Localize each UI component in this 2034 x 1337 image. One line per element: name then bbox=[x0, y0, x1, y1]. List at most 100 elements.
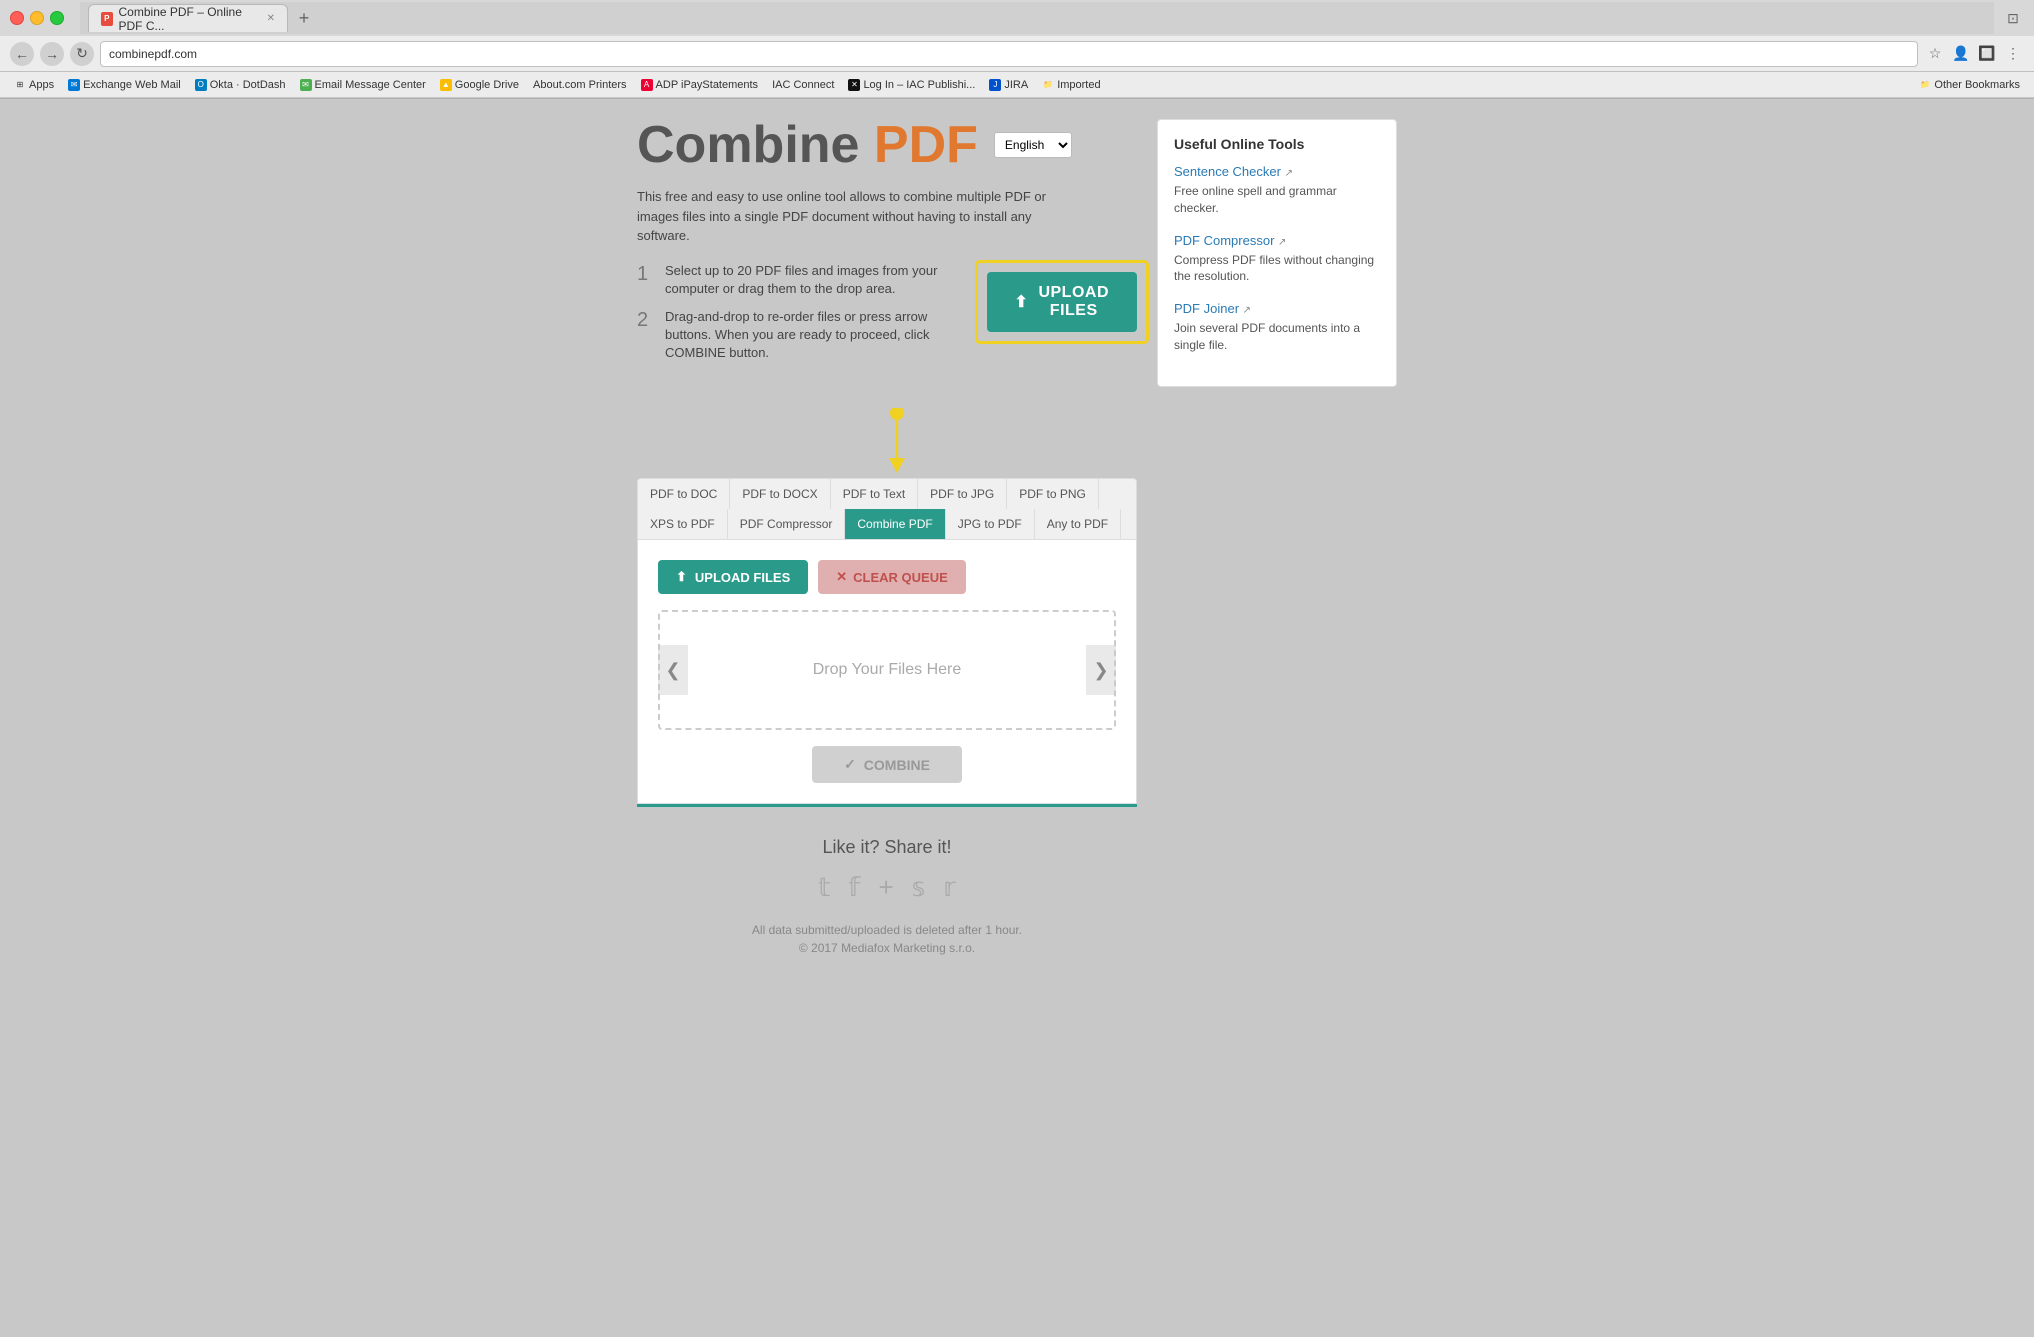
bookmark-printers[interactable]: About.com Printers bbox=[527, 77, 633, 93]
tab-combine-pdf[interactable]: Combine PDF bbox=[845, 509, 945, 539]
bookmark-adp-label: ADP iPayStatements bbox=[656, 79, 759, 91]
extension-icon[interactable]: 🔲 bbox=[1976, 43, 1998, 65]
exchange-icon: ✉ bbox=[68, 79, 80, 91]
content-left: Combine PDF English French Spanish Germa… bbox=[637, 119, 1137, 975]
pdf-joiner-desc: Join several PDF documents into a single… bbox=[1174, 320, 1380, 354]
pdf-compressor-desc: Compress PDF files without changing the … bbox=[1174, 252, 1380, 286]
nav-left-arrow[interactable]: ❮ bbox=[658, 645, 688, 695]
tab-pdf-to-doc[interactable]: PDF to DOC bbox=[638, 479, 730, 509]
tab-jpg-to-pdf[interactable]: JPG to PDF bbox=[946, 509, 1035, 539]
sentence-checker-link[interactable]: Sentence Checker ↗ bbox=[1174, 164, 1293, 179]
tab-bar: P Combine PDF – Online PDF C... ✕ + bbox=[80, 2, 1994, 34]
upload-btn-label: UPLOAD FILES bbox=[1038, 284, 1109, 320]
instructions-section: 1 Select up to 20 PDF files and images f… bbox=[637, 262, 1137, 389]
tab-pdf-to-docx[interactable]: PDF to DOCX bbox=[730, 479, 830, 509]
combine-button[interactable]: ✓ COMBINE bbox=[812, 746, 962, 783]
share-stumbleupon-icon[interactable]: 𝕤 bbox=[912, 872, 926, 903]
traffic-lights bbox=[10, 11, 64, 25]
nav-right-arrow[interactable]: ❯ bbox=[1086, 645, 1116, 695]
pdf-joiner-link[interactable]: PDF Joiner ↗ bbox=[1174, 301, 1251, 316]
bookmarks-bar: ⊞ Apps ✉ Exchange Web Mail O Okta · DotD… bbox=[0, 72, 2034, 98]
bookmark-apps[interactable]: ⊞ Apps bbox=[8, 77, 60, 93]
upload-area: ⬆ UPLOAD FILES ✕ CLEAR QUEUE ❮ Drop Your… bbox=[637, 540, 1137, 804]
bookmark-jira[interactable]: J JIRA bbox=[983, 77, 1034, 93]
minimize-button[interactable] bbox=[30, 11, 44, 25]
logo-pdf: PDF bbox=[874, 116, 978, 174]
bookmark-iac-connect[interactable]: IAC Connect bbox=[766, 77, 840, 93]
share-googleplus-icon[interactable]: + bbox=[878, 872, 893, 903]
menu-icon[interactable]: ⋮ bbox=[2002, 43, 2024, 65]
window-icon: ⊡ bbox=[2002, 7, 2024, 29]
external-link-icon-2: ↗ bbox=[1278, 237, 1286, 248]
share-reddit-icon[interactable]: 𝕣 bbox=[943, 872, 956, 903]
bookmark-adp[interactable]: A ADP iPayStatements bbox=[635, 77, 765, 93]
profile-icon[interactable]: 👤 bbox=[1950, 43, 1972, 65]
apps-icon: ⊞ bbox=[14, 79, 26, 91]
instruction-num-2: 2 bbox=[637, 308, 655, 332]
bookmark-other-label: Other Bookmarks bbox=[1934, 79, 2020, 91]
arrow-svg bbox=[867, 408, 927, 478]
bookmark-iac-login-label: Log In – IAC Publishi... bbox=[863, 79, 975, 91]
maximize-button[interactable] bbox=[50, 11, 64, 25]
tab-any-to-pdf[interactable]: Any to PDF bbox=[1035, 509, 1121, 539]
tab-pdf-to-png[interactable]: PDF to PNG bbox=[1007, 479, 1099, 509]
jira-icon: J bbox=[989, 79, 1001, 91]
new-tab-button[interactable]: + bbox=[292, 6, 316, 30]
close-button[interactable] bbox=[10, 11, 24, 25]
bookmark-iac-login[interactable]: ✕ Log In – IAC Publishi... bbox=[842, 77, 981, 93]
share-twitter-icon[interactable]: 𝕥 bbox=[818, 872, 830, 903]
page-description: This free and easy to use online tool al… bbox=[637, 187, 1077, 246]
reload-button[interactable]: ↻ bbox=[70, 42, 94, 66]
bookmark-exchange[interactable]: ✉ Exchange Web Mail bbox=[62, 77, 187, 93]
forward-button[interactable]: → bbox=[40, 42, 64, 66]
logo-combine: Combine bbox=[637, 116, 859, 174]
tab-pdf-to-jpg[interactable]: PDF to JPG bbox=[918, 479, 1007, 509]
other-bookmarks-icon: 📁 bbox=[1919, 79, 1931, 91]
pdf-compressor-link[interactable]: PDF Compressor ↗ bbox=[1174, 233, 1286, 248]
tab-pdf-to-text[interactable]: PDF to Text bbox=[831, 479, 918, 509]
page-logo: Combine PDF bbox=[637, 119, 978, 171]
drop-zone[interactable]: Drop Your Files Here bbox=[658, 610, 1116, 730]
instruction-2: 2 Drag-and-drop to re-order files or pre… bbox=[637, 308, 957, 363]
combine-btn-wrapper: ✓ COMBINE bbox=[658, 746, 1116, 783]
upload-files-button-main[interactable]: ⬆ UPLOAD FILES bbox=[987, 272, 1137, 332]
printers-label: About.com Printers bbox=[533, 79, 627, 91]
active-tab[interactable]: P Combine PDF – Online PDF C... ✕ bbox=[88, 4, 288, 32]
clear-queue-label: CLEAR QUEUE bbox=[853, 570, 948, 585]
bookmark-gdrive[interactable]: ▲ Google Drive bbox=[434, 77, 525, 93]
bookmark-gdrive-label: Google Drive bbox=[455, 79, 519, 91]
drop-zone-wrapper: ❮ Drop Your Files Here ❯ bbox=[658, 610, 1116, 730]
instruction-text-2: Drag-and-drop to re-order files or press… bbox=[665, 308, 957, 363]
bookmark-okta[interactable]: O Okta · DotDash bbox=[189, 77, 292, 93]
bookmark-exchange-label: Exchange Web Mail bbox=[83, 79, 181, 91]
upload-files-icon: ⬆ bbox=[676, 569, 687, 585]
share-title: Like it? Share it! bbox=[637, 837, 1137, 858]
address-bar[interactable]: combinepdf.com bbox=[100, 41, 1918, 67]
back-button[interactable]: ← bbox=[10, 42, 34, 66]
content-row: Combine PDF English French Spanish Germa… bbox=[637, 119, 1397, 975]
bookmark-imported[interactable]: 📁 Imported bbox=[1036, 77, 1106, 93]
iac-connect-label: IAC Connect bbox=[772, 79, 834, 91]
tool-tabs: PDF to DOC PDF to DOCX PDF to Text PDF t… bbox=[637, 478, 1137, 540]
bookmark-email[interactable]: ✉ Email Message Center bbox=[294, 77, 432, 93]
footer-copyright: © 2017 Mediafox Marketing s.r.o. bbox=[637, 941, 1137, 955]
share-facebook-icon[interactable]: 𝕗 bbox=[848, 872, 860, 903]
star-icon[interactable]: ☆ bbox=[1924, 43, 1946, 65]
tab-pdf-compressor[interactable]: PDF Compressor bbox=[728, 509, 846, 539]
adp-icon: A bbox=[641, 79, 653, 91]
language-select[interactable]: English French Spanish German bbox=[994, 132, 1072, 158]
combine-label: COMBINE bbox=[864, 757, 930, 773]
clear-queue-button[interactable]: ✕ CLEAR QUEUE bbox=[818, 560, 966, 594]
instruction-text-1: Select up to 20 PDF files and images fro… bbox=[665, 262, 957, 298]
upload-files-label: UPLOAD FILES bbox=[695, 570, 790, 585]
url-text: combinepdf.com bbox=[109, 47, 197, 61]
tab-xps-to-pdf[interactable]: XPS to PDF bbox=[638, 509, 728, 539]
bookmark-other[interactable]: 📁 Other Bookmarks bbox=[1913, 77, 2026, 93]
title-bar: P Combine PDF – Online PDF C... ✕ + ⊡ bbox=[0, 0, 2034, 36]
sidebar-title: Useful Online Tools bbox=[1174, 136, 1380, 152]
tab-close-icon[interactable]: ✕ bbox=[267, 13, 275, 24]
upload-files-button[interactable]: ⬆ UPLOAD FILES bbox=[658, 560, 808, 594]
share-icons: 𝕥 𝕗 + 𝕤 𝕣 bbox=[637, 872, 1137, 903]
external-link-icon-3: ↗ bbox=[1243, 305, 1251, 316]
nav-bar: ← → ↻ combinepdf.com ☆ 👤 🔲 ⋮ bbox=[0, 36, 2034, 72]
